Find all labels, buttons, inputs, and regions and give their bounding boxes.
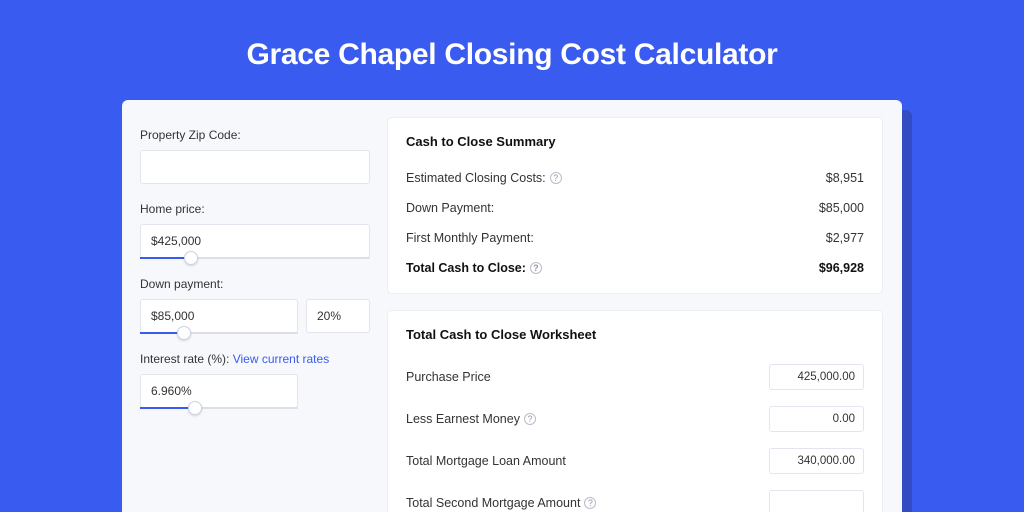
interest-rate-label: Interest rate (%): View current rates: [140, 352, 370, 366]
interest-rate-slider-fill: [140, 407, 195, 409]
summary-row-total: Total Cash to Close: ? $96,928: [406, 253, 864, 283]
help-icon[interactable]: ?: [530, 262, 542, 274]
down-payment-field: Down payment:: [140, 277, 370, 334]
summary-row-closing-costs: Estimated Closing Costs: ? $8,951: [406, 163, 864, 193]
page-title: Grace Chapel Closing Cost Calculator: [0, 0, 1024, 100]
worksheet-row-second-mortgage: Total Second Mortgage Amount ?: [406, 482, 864, 512]
worksheet-label: Total Mortgage Loan Amount: [406, 454, 566, 468]
summary-label-first-payment: First Monthly Payment:: [406, 231, 534, 245]
worksheet-row-purchase-price: Purchase Price: [406, 356, 864, 398]
zip-input[interactable]: [140, 150, 370, 184]
help-icon[interactable]: ?: [584, 497, 596, 509]
down-payment-slider[interactable]: [140, 332, 298, 334]
view-current-rates-link[interactable]: View current rates: [233, 352, 330, 366]
worksheet-panel: Total Cash to Close Worksheet Purchase P…: [388, 311, 882, 512]
home-price-slider-thumb[interactable]: [184, 251, 198, 265]
worksheet-input-earnest-money[interactable]: [769, 406, 864, 432]
down-payment-percent-input[interactable]: [306, 299, 370, 333]
inputs-column: Property Zip Code: Home price: Down paym…: [140, 118, 370, 512]
calculator-card: Property Zip Code: Home price: Down paym…: [122, 100, 902, 512]
down-payment-slider-thumb[interactable]: [177, 326, 191, 340]
zip-field: Property Zip Code:: [140, 128, 370, 184]
worksheet-input-mortgage-loan[interactable]: [769, 448, 864, 474]
interest-rate-slider[interactable]: [140, 407, 298, 409]
worksheet-row-earnest-money: Less Earnest Money ?: [406, 398, 864, 440]
help-icon[interactable]: ?: [524, 413, 536, 425]
worksheet-input-purchase-price[interactable]: [769, 364, 864, 390]
summary-label-total: Total Cash to Close:: [406, 261, 526, 275]
summary-value-closing-costs: $8,951: [826, 171, 864, 185]
summary-label-closing-costs: Estimated Closing Costs:: [406, 171, 546, 185]
worksheet-label: Less Earnest Money: [406, 412, 520, 426]
worksheet-label: Total Second Mortgage Amount: [406, 496, 580, 510]
interest-rate-field: Interest rate (%): View current rates: [140, 352, 370, 409]
summary-value-down-payment: $85,000: [819, 201, 864, 215]
results-column: Cash to Close Summary Estimated Closing …: [388, 118, 882, 512]
interest-rate-input[interactable]: [140, 374, 298, 408]
help-icon[interactable]: ?: [550, 172, 562, 184]
home-price-slider[interactable]: [140, 257, 370, 259]
worksheet-label: Purchase Price: [406, 370, 491, 384]
home-price-field: Home price:: [140, 202, 370, 259]
summary-row-down-payment: Down Payment: $85,000: [406, 193, 864, 223]
zip-label: Property Zip Code:: [140, 128, 370, 142]
summary-value-first-payment: $2,977: [826, 231, 864, 245]
home-price-input[interactable]: [140, 224, 370, 258]
summary-title: Cash to Close Summary: [406, 134, 864, 149]
interest-rate-slider-thumb[interactable]: [188, 401, 202, 415]
down-payment-amount-input[interactable]: [140, 299, 298, 333]
down-payment-label: Down payment:: [140, 277, 370, 291]
summary-label-down-payment: Down Payment:: [406, 201, 494, 215]
summary-value-total: $96,928: [819, 261, 864, 275]
worksheet-input-second-mortgage[interactable]: [769, 490, 864, 512]
home-price-label: Home price:: [140, 202, 370, 216]
worksheet-title: Total Cash to Close Worksheet: [406, 327, 864, 342]
worksheet-row-mortgage-loan: Total Mortgage Loan Amount: [406, 440, 864, 482]
summary-row-first-payment: First Monthly Payment: $2,977: [406, 223, 864, 253]
interest-rate-label-text: Interest rate (%):: [140, 352, 233, 366]
summary-panel: Cash to Close Summary Estimated Closing …: [388, 118, 882, 293]
